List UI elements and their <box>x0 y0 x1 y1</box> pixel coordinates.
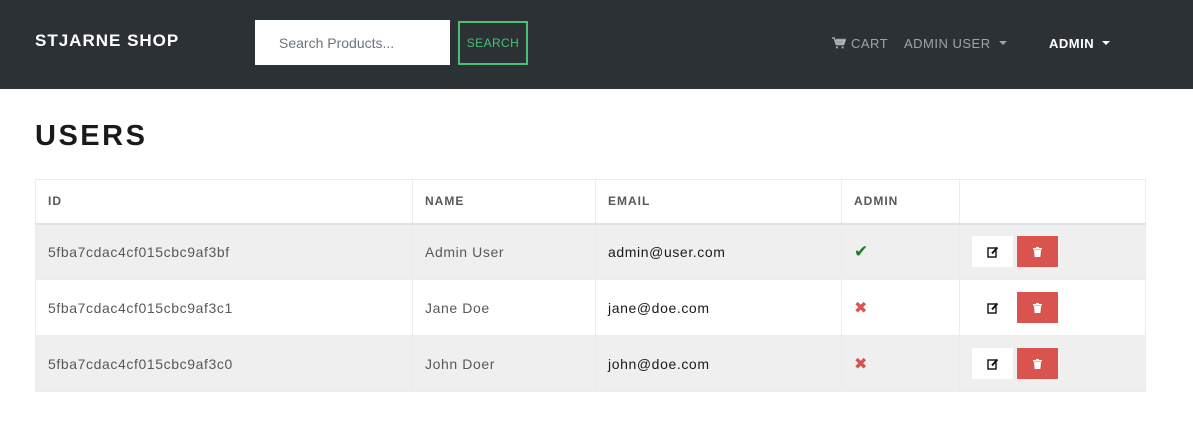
caret-down-icon <box>998 41 1007 45</box>
user-name-cell: Jane Doe <box>412 279 596 336</box>
delete-user-button[interactable] <box>1017 348 1058 379</box>
times-icon: ✖ <box>854 299 869 317</box>
shopping-cart-icon <box>832 37 846 49</box>
cart-label: CART <box>851 35 889 51</box>
users-table: ID NAME EMAIL ADMIN 5fba7cdac4cf015cbc9a… <box>35 179 1146 392</box>
column-header-id: ID <box>35 179 413 225</box>
user-email-link[interactable]: jane@doe.com <box>595 279 842 336</box>
brand-link[interactable]: STJARNE SHOP <box>35 31 179 51</box>
column-header-name: NAME <box>412 179 596 225</box>
delete-user-button[interactable] <box>1017 292 1058 323</box>
navbar: STJARNE SHOP SEARCH CART ADMIN USER ADMI… <box>0 0 1193 89</box>
table-row: 5fba7cdac4cf015cbc9af3c0 John Doer john@… <box>35 335 1146 392</box>
trash-icon <box>1033 246 1042 257</box>
edit-user-button[interactable] <box>972 236 1013 268</box>
user-name-cell: Admin User <box>412 223 596 280</box>
check-icon: ✔ <box>854 241 869 261</box>
edit-icon <box>986 302 998 314</box>
edit-user-button[interactable] <box>972 292 1013 323</box>
page-title: USERS <box>35 120 148 152</box>
user-menu-dropdown[interactable]: ADMIN USER <box>904 35 1007 51</box>
actions-cell <box>959 223 1146 280</box>
delete-user-button[interactable] <box>1017 236 1058 268</box>
user-admin-cell: ✔ <box>841 223 960 280</box>
user-id-cell: 5fba7cdac4cf015cbc9af3bf <box>35 223 413 280</box>
actions-cell <box>959 279 1146 336</box>
trash-icon <box>1033 302 1042 313</box>
user-admin-cell: ✖ <box>841 279 960 336</box>
column-header-email: EMAIL <box>595 179 842 225</box>
table-header-row: ID NAME EMAIL ADMIN <box>35 179 1146 225</box>
edit-icon <box>986 246 998 258</box>
table-row: 5fba7cdac4cf015cbc9af3bf Admin User admi… <box>35 223 1146 280</box>
column-header-actions <box>959 179 1146 225</box>
user-menu-label: ADMIN USER <box>904 35 991 51</box>
search-button[interactable]: SEARCH <box>458 21 528 65</box>
trash-icon <box>1033 358 1042 369</box>
search-input[interactable] <box>255 20 450 65</box>
user-name-cell: John Doer <box>412 335 596 392</box>
caret-down-icon <box>1102 41 1111 45</box>
times-icon: ✖ <box>854 355 869 373</box>
edit-icon <box>986 358 998 370</box>
actions-cell <box>959 335 1146 392</box>
user-id-cell: 5fba7cdac4cf015cbc9af3c0 <box>35 335 413 392</box>
admin-menu-dropdown[interactable]: ADMIN <box>1049 35 1111 51</box>
user-email-link[interactable]: admin@user.com <box>595 223 842 280</box>
user-admin-cell: ✖ <box>841 335 960 392</box>
edit-user-button[interactable] <box>972 348 1013 379</box>
table-row: 5fba7cdac4cf015cbc9af3c1 Jane Doe jane@d… <box>35 279 1146 336</box>
admin-menu-label: ADMIN <box>1049 35 1095 51</box>
user-email-link[interactable]: john@doe.com <box>595 335 842 392</box>
user-id-cell: 5fba7cdac4cf015cbc9af3c1 <box>35 279 413 336</box>
column-header-admin: ADMIN <box>841 179 960 225</box>
cart-link[interactable]: CART <box>832 35 888 51</box>
